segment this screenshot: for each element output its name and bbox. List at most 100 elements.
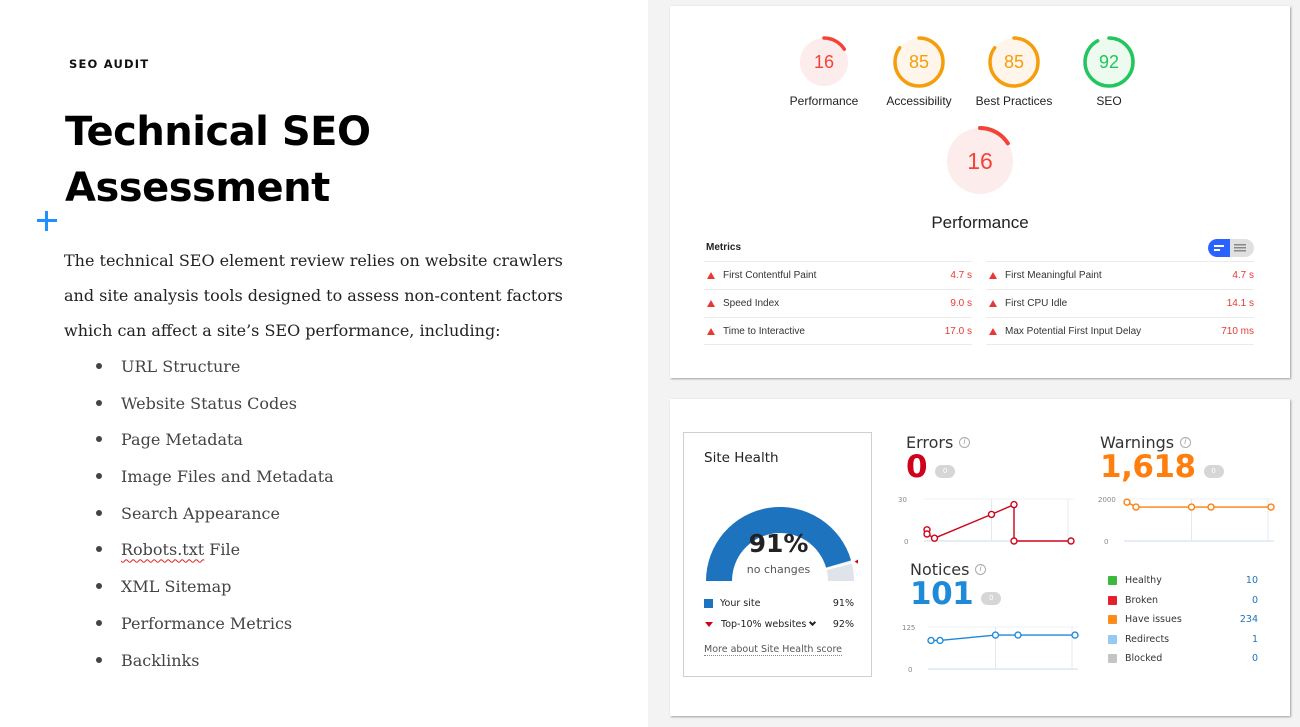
trend-line <box>926 503 1071 542</box>
list-item: Robots.txt File <box>96 532 334 569</box>
site-health-percent: 91% <box>748 529 809 558</box>
metric-value: 710 ms <box>1221 325 1254 337</box>
list-item: Page Metadata <box>96 422 334 459</box>
data-point <box>1123 498 1131 506</box>
warnings-count[interactable]: 1,618 <box>1100 449 1196 485</box>
info-icon[interactable] <box>1180 437 1192 448</box>
data-point <box>1010 537 1018 545</box>
metric-name: First CPU Idle <box>1005 298 1068 309</box>
warning-triangle-icon <box>989 327 997 335</box>
gauge-score: 92 <box>1099 52 1119 72</box>
legend-top10[interactable]: Top-10% websites 92% <box>704 618 854 630</box>
metric-row: Speed Index 9.0 s <box>704 289 972 317</box>
trend-line <box>931 634 1075 642</box>
chevron-down-icon[interactable] <box>809 618 817 627</box>
legend-label: Your site <box>720 598 761 609</box>
list-item: Website Status Codes <box>96 386 334 423</box>
metric-name: Speed Index <box>723 298 780 309</box>
gauge-ring: 16 <box>798 36 850 88</box>
expanded-view-icon[interactable] <box>1234 244 1246 252</box>
metric-row: First Meaningful Paint 4.7 s <box>986 261 1254 289</box>
list-item: Performance Metrics <box>96 606 334 643</box>
spellcheck-word[interactable]: Robots.txt <box>121 540 204 559</box>
score-gauge-best-practices[interactable]: 85 Best Practices <box>974 34 1054 108</box>
score-gauge-seo[interactable]: 92 SEO <box>1069 34 1149 108</box>
list-item-suffix: File <box>204 540 241 560</box>
metrics-view-toggle[interactable] <box>1208 239 1254 257</box>
gauge-ring: 16 <box>945 126 1015 196</box>
data-point <box>930 534 939 542</box>
legend-your-site: Your site 91% <box>704 598 854 609</box>
warning-triangle-icon <box>989 272 997 279</box>
metric-name: First Contentful Paint <box>723 270 817 281</box>
status-count[interactable]: 0 <box>1252 595 1258 606</box>
gauge-label: Best Practices <box>975 94 1053 108</box>
y-axis-min-label: 0 <box>908 666 912 674</box>
info-icon[interactable] <box>975 564 987 575</box>
gauge-label: SEO <box>1096 94 1122 108</box>
y-axis-max-label: 125 <box>902 624 915 632</box>
metric-row: First Contentful Paint 4.7 s <box>704 261 972 289</box>
status-row-have-issues[interactable]: Have issues 234 <box>1108 610 1258 630</box>
data-point <box>1132 503 1140 511</box>
errors-widget: Errors 0 0 <box>906 433 971 485</box>
status-row-redirects[interactable]: Redirects 1 <box>1108 630 1258 650</box>
data-point <box>987 510 996 519</box>
status-label: Blocked <box>1125 653 1163 665</box>
condensed-view-icon[interactable] <box>1208 239 1230 257</box>
slide-title-line-1: Technical SEO <box>65 109 371 155</box>
status-count[interactable]: 234 <box>1240 614 1258 625</box>
status-swatch <box>1108 615 1117 625</box>
data-point <box>923 530 931 538</box>
warnings-trend-chart: 2000 0 <box>1098 496 1275 546</box>
metric-name: Max Potential First Input Delay <box>1005 325 1142 337</box>
gauge-score: 85 <box>1004 52 1024 72</box>
status-count[interactable]: 0 <box>1252 653 1258 664</box>
metric-value: 9.0 s <box>950 298 972 309</box>
site-health-info-link[interactable]: More about Site Health score <box>704 644 843 656</box>
gauge-label: Performance <box>789 94 859 108</box>
status-row-healthy[interactable]: Healthy 10 <box>1108 571 1258 591</box>
metric-row: Max Potential First Input Delay 710 ms <box>986 317 1254 345</box>
change-badge: 0 <box>1203 464 1224 478</box>
status-label: Healthy <box>1125 575 1162 587</box>
gauge-score: 16 <box>814 52 834 72</box>
data-point <box>927 636 935 645</box>
y-axis-min-label: 0 <box>904 538 908 546</box>
gauge-ring: 92 <box>1083 36 1135 88</box>
status-label: Broken <box>1125 594 1159 606</box>
factor-list: URL Structure Website Status Codes Page … <box>96 349 334 679</box>
y-axis-min-label: 0 <box>1104 538 1108 546</box>
status-row-broken[interactable]: Broken 0 <box>1108 591 1258 611</box>
gauge-score: 85 <box>909 52 929 72</box>
slide-text-panel: SEO AUDIT Technical SEO Assessment The t… <box>0 0 648 727</box>
gauge-ring: 85 <box>893 36 945 88</box>
gauge-label: Accessibility <box>886 94 952 108</box>
warnings-widget: Warnings 1,618 0 <box>1100 433 1224 485</box>
lighthouse-report-card: 16 Performance 85 Accessibility 85 Best … <box>670 6 1290 378</box>
status-count[interactable]: 10 <box>1246 575 1258 586</box>
status-swatch <box>1108 634 1117 644</box>
status-label: Have issues <box>1125 614 1182 626</box>
status-row-blocked[interactable]: Blocked 0 <box>1108 649 1258 669</box>
info-icon[interactable] <box>959 437 971 448</box>
change-badge: 0 <box>935 464 956 478</box>
errors-count[interactable]: 0 <box>906 449 928 485</box>
performance-focus-gauge: 16 Performance <box>910 124 1050 233</box>
crawled-pages-legend: Healthy 10 Broken 0 Have issues 234 Redirec… <box>1108 571 1258 669</box>
plus-icon[interactable] <box>35 209 59 233</box>
notices-count[interactable]: 101 <box>910 576 974 612</box>
site-audit-card: Site Health 91% no changes Your site 91%… <box>670 399 1290 716</box>
change-badge: 0 <box>981 591 1002 605</box>
gauge-score: 16 <box>967 148 993 174</box>
focus-gauge-label: Performance <box>931 213 1029 232</box>
data-point <box>1067 537 1075 545</box>
legend-label: Top-10% websites <box>721 619 807 630</box>
slide-title: Technical SEO Assessment <box>65 104 371 216</box>
list-item: Search Appearance <box>96 496 334 533</box>
score-gauge-accessibility[interactable]: 85 Accessibility <box>879 34 959 108</box>
list-item: Backlinks <box>96 643 334 680</box>
y-axis-max-label: 30 <box>898 496 907 504</box>
score-gauge-performance[interactable]: 16 Performance <box>784 34 864 108</box>
status-count[interactable]: 1 <box>1252 634 1258 645</box>
